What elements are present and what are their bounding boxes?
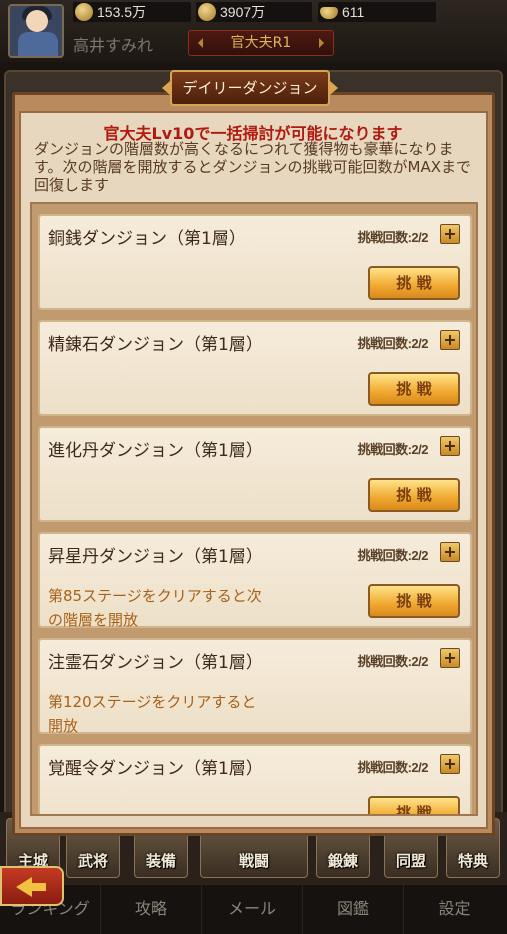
add-attempts-button[interactable] (440, 648, 460, 668)
attempt-count: 挑戦回数:2/2 (357, 442, 429, 457)
gold-ingot-resource[interactable]: 611 (318, 2, 436, 22)
dungeon-card-copper: 銅銭ダンジョン（第1層） 挑戦回数:2/2 挑 戦 (38, 214, 472, 310)
challenge-button[interactable]: 挑 戦 (368, 796, 460, 814)
dungeon-card-evolution-pill: 進化丹ダンジョン（第1層） 挑戦回数:2/2 挑 戦 (38, 426, 472, 522)
copper-coin-icon (198, 3, 216, 21)
dungeon-name: 覚醒令ダンジョン（第1層） (48, 759, 263, 779)
top-bar: 153.5万 3907万 611 高井すみれ 官大夫R1 (0, 0, 507, 62)
add-attempts-button[interactable] (440, 542, 460, 562)
nav-label: 特典 (457, 852, 488, 870)
attempt-count: 挑戦回数:2/2 (357, 336, 429, 351)
challenge-button[interactable]: 挑 戦 (368, 266, 460, 300)
back-arrow-tail (30, 883, 46, 891)
rank-badge[interactable]: 官大夫R1 (188, 30, 334, 56)
challenge-button[interactable]: 挑 戦 (368, 478, 460, 512)
attempt-count: 挑戦回数:2/2 (357, 548, 429, 563)
unlock-condition: 第85ステージをクリアすると次の階層を開放 (48, 587, 262, 629)
dungeon-card-star-pill: 昇星丹ダンジョン（第1層） 挑戦回数:2/2 第85ステージをクリアすると次の階… (38, 532, 472, 629)
add-attempts-button[interactable] (440, 224, 460, 244)
back-button[interactable] (0, 866, 64, 906)
coin-icon (75, 3, 93, 21)
dungeon-card-awakening-token: 覚醒令ダンジョン（第1層） 挑戦回数:2/2 挑 戦 (38, 744, 472, 814)
challenge-button[interactable]: 挑 戦 (368, 372, 460, 406)
footer-encyclopedia[interactable]: 図鑑 (303, 885, 404, 934)
nav-label: 鍛錬 (327, 852, 358, 870)
modal-title: デイリーダンジョン (170, 70, 330, 106)
dungeon-card-refining-stone: 精錬石ダンジョン（第1層） 挑戦回数:2/2 挑 戦 (38, 320, 472, 416)
nav-label: 戦闘 (238, 852, 269, 870)
dungeon-name: 昇星丹ダンジョン（第1層） (48, 547, 263, 567)
dungeon-name: 精錬石ダンジョン（第1層） (48, 335, 263, 355)
unlock-condition: 第120ステージをクリアすると開放 (48, 693, 257, 735)
copper-coin-value: 3907万 (220, 4, 266, 20)
dungeon-description: ダンジョンの階層数が高くなるにつれて獲得物も豪華になります。次の階層を開放すると… (34, 140, 471, 194)
avatar-face (26, 10, 48, 32)
gold-ingot-icon (320, 7, 338, 19)
attempt-count: 挑戦回数:2/2 (357, 654, 429, 669)
footer-guide[interactable]: 攻略 (101, 885, 202, 934)
challenge-button[interactable]: 挑 戦 (368, 584, 460, 618)
copper-coin-resource[interactable]: 3907万 (196, 2, 312, 22)
player-name: 高井すみれ (73, 36, 154, 55)
footer-settings[interactable]: 設定 (404, 885, 505, 934)
dungeon-list[interactable]: 銅銭ダンジョン（第1層） 挑戦回数:2/2 挑 戦 精錬石ダンジョン（第1層） … (30, 202, 478, 816)
add-attempts-button[interactable] (440, 436, 460, 456)
add-attempts-button[interactable] (440, 754, 460, 774)
avatar-robe (18, 32, 58, 56)
dungeon-name: 進化丹ダンジョン（第1層） (48, 441, 263, 461)
footer-mail[interactable]: メール (202, 885, 303, 934)
add-attempts-button[interactable] (440, 330, 460, 350)
dungeon-name: 銅銭ダンジョン（第1層） (48, 229, 246, 249)
attempt-count: 挑戦回数:2/2 (357, 760, 429, 775)
gold-ingot-value: 611 (342, 4, 365, 20)
coin-resource[interactable]: 153.5万 (73, 2, 191, 22)
player-avatar[interactable] (8, 4, 64, 58)
attempt-count: 挑戦回数:2/2 (357, 230, 429, 245)
footer-menu: ランキング 攻略 メール 図鑑 設定 (0, 884, 507, 934)
nav-label: 武将 (77, 852, 108, 870)
nav-label: 同盟 (395, 852, 426, 870)
dungeon-card-spirit-stone: 注霊石ダンジョン（第1層） 挑戦回数:2/2 第120ステージをクリアすると開放 (38, 638, 472, 735)
dungeon-name: 注霊石ダンジョン（第1層） (48, 653, 263, 673)
nav-label: 装備 (145, 852, 176, 870)
coin-value: 153.5万 (97, 4, 147, 20)
